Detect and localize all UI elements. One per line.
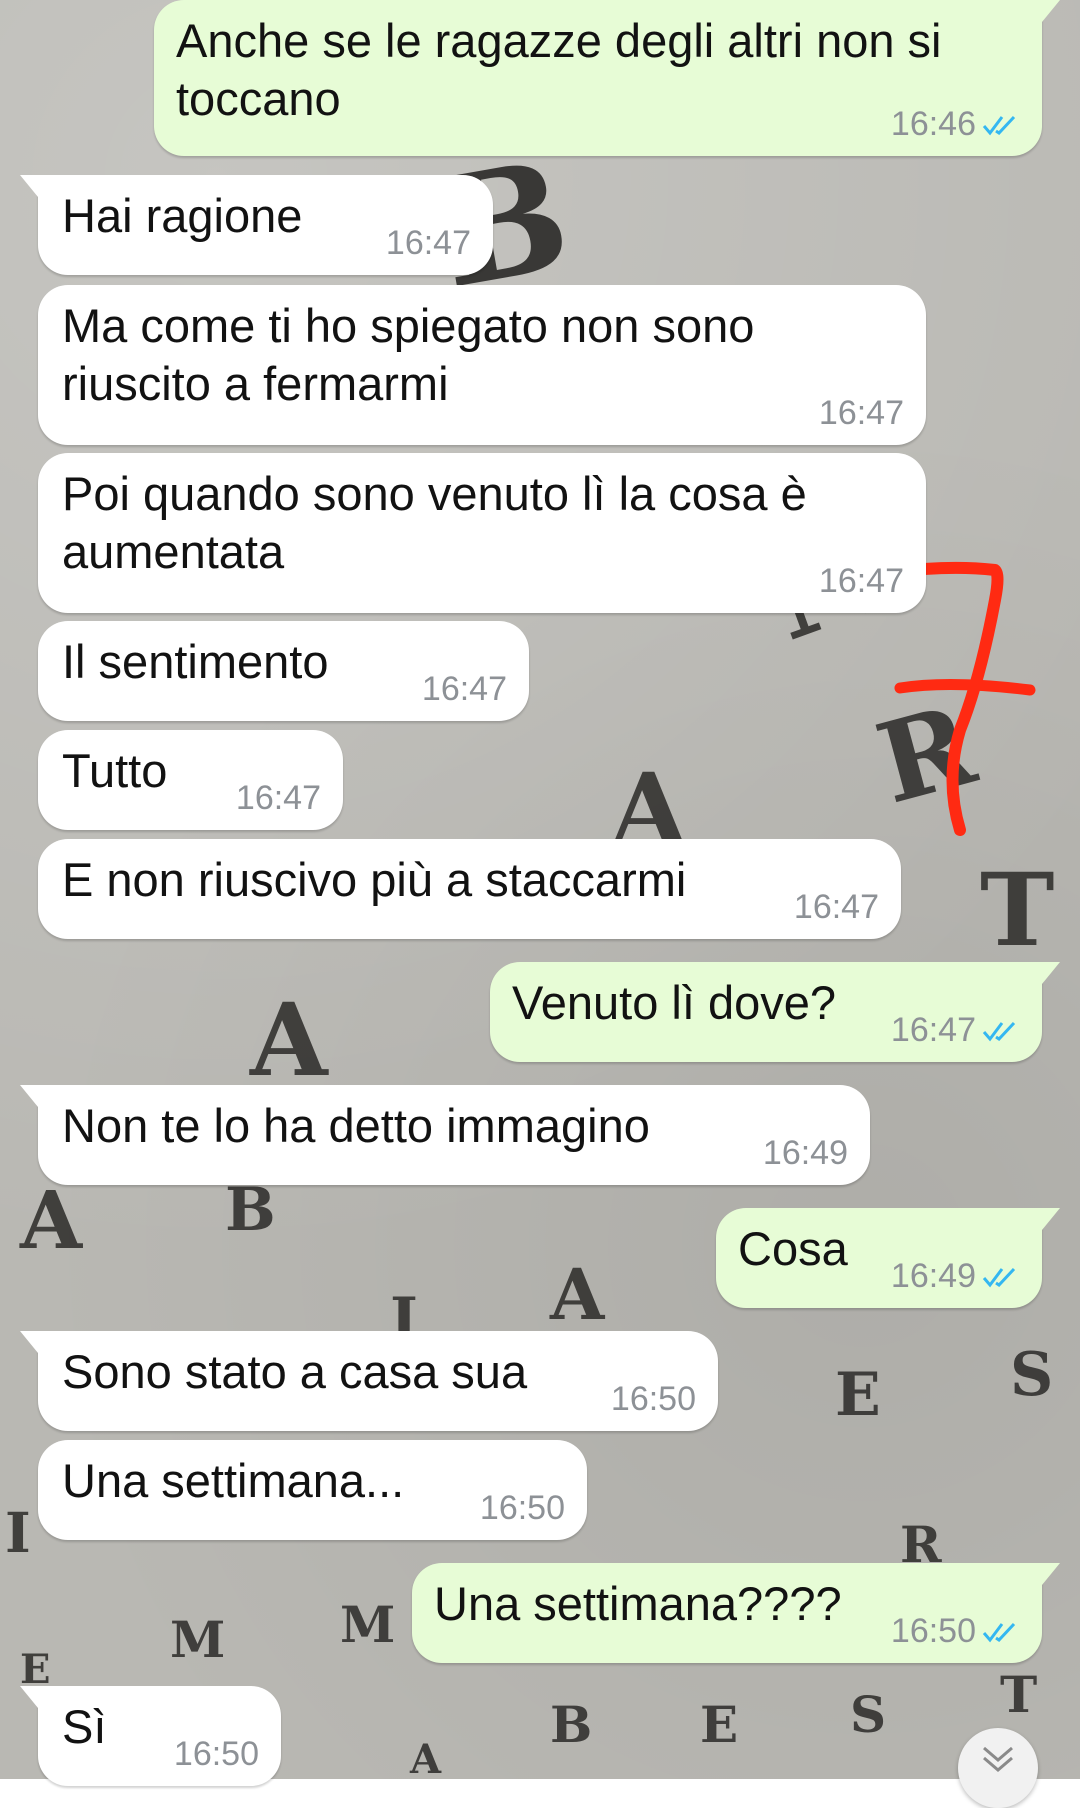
message-text: Cosa xyxy=(738,1222,848,1275)
message-meta: 16:47 xyxy=(422,670,507,709)
message-text: Sì xyxy=(62,1700,107,1753)
wallpaper-letter: T xyxy=(1000,1665,1038,1724)
wallpaper-letter: A xyxy=(410,1736,442,1780)
message-time: 16:46 xyxy=(890,105,976,143)
message-text: Sono stato a casa sua xyxy=(62,1345,528,1398)
wallpaper-letter: S xyxy=(850,1685,887,1744)
message-time: 16:47 xyxy=(818,562,904,600)
message-bubble-incoming[interactable]: Non te lo ha detto immagino 16:49 xyxy=(20,1085,870,1185)
message-time: 16:49 xyxy=(762,1134,848,1172)
message-time: 16:50 xyxy=(173,1735,259,1773)
message-time: 16:47 xyxy=(421,670,507,708)
wallpaper-letter: A xyxy=(250,981,328,1099)
message-text: Tutto xyxy=(62,744,168,797)
message-meta: 16:47 xyxy=(819,394,904,433)
message-bubble-incoming[interactable]: Sì 16:50 xyxy=(20,1686,281,1786)
message-meta: 16:47 xyxy=(236,779,321,818)
double-chevron-down-icon xyxy=(983,1746,1013,1772)
double-check-icon xyxy=(982,1622,1016,1642)
double-check-icon xyxy=(982,1021,1016,1041)
wallpaper-letter: A xyxy=(20,1173,83,1267)
message-meta: 16:47 xyxy=(386,224,471,263)
message-meta: 16:50 xyxy=(891,1612,1020,1651)
message-bubble-outgoing[interactable]: Venuto lì dove? 16:47 xyxy=(490,962,1060,1062)
message-meta: 16:47 xyxy=(794,888,879,927)
message-bubble-incoming[interactable]: Hai ragione 16:47 xyxy=(20,175,493,275)
wallpaper-letter: M xyxy=(170,1610,226,1669)
message-bubble-incoming[interactable]: Una settimana... 16:50 xyxy=(38,1440,587,1540)
message-text: Il sentimento xyxy=(62,635,329,688)
message-bubble-incoming[interactable]: Tutto 16:47 xyxy=(38,730,343,830)
scroll-to-bottom-button[interactable] xyxy=(958,1728,1038,1808)
message-meta: 16:49 xyxy=(763,1134,848,1173)
wallpaper-letter: M xyxy=(340,1595,396,1654)
message-time: 16:47 xyxy=(793,888,879,926)
message-meta: 16:50 xyxy=(611,1380,696,1419)
message-time: 16:47 xyxy=(890,1011,976,1049)
message-text: E non riuscivo più a staccarmi xyxy=(62,853,687,906)
message-text: Venuto lì dove? xyxy=(512,976,837,1029)
message-meta: 16:50 xyxy=(480,1489,565,1528)
message-text: Hai ragione xyxy=(62,189,303,242)
double-check-icon xyxy=(982,115,1016,135)
message-time: 16:47 xyxy=(235,779,321,817)
wallpaper-letter: T xyxy=(980,851,1055,969)
message-bubble-incoming[interactable]: Il sentimento 16:47 xyxy=(38,621,529,721)
wallpaper-letter: S xyxy=(1010,1340,1054,1410)
message-meta: 16:50 xyxy=(174,1735,259,1774)
message-time: 16:50 xyxy=(610,1380,696,1418)
message-bubble-incoming[interactable]: Poi quando sono venuto lì la cosa è aume… xyxy=(38,453,926,613)
message-text: Poi quando sono venuto lì la cosa è aume… xyxy=(62,467,807,578)
message-bubble-incoming[interactable]: Ma come ti ho spiegato non sono riuscito… xyxy=(38,285,926,445)
message-text: Anche se le ragazze degli altri non si t… xyxy=(176,14,942,125)
message-meta: 16:49 xyxy=(891,1257,1020,1296)
message-bubble-outgoing[interactable]: Anche se le ragazze degli altri non si t… xyxy=(154,0,1060,156)
wallpaper-letter: E xyxy=(835,1360,881,1430)
message-text: Ma come ti ho spiegato non sono riuscito… xyxy=(62,299,755,410)
wallpaper-letter: E xyxy=(20,1646,51,1693)
message-text: Una settimana???? xyxy=(434,1577,842,1630)
message-bubble-incoming[interactable]: E non riuscivo più a staccarmi 16:47 xyxy=(38,839,901,939)
wallpaper-letter: I xyxy=(5,1500,31,1565)
double-check-icon xyxy=(982,1267,1016,1287)
wallpaper-letter: B xyxy=(225,1175,276,1245)
message-time: 16:49 xyxy=(890,1257,976,1295)
message-time: 16:47 xyxy=(385,224,471,262)
wallpaper-letter: A xyxy=(550,1253,605,1336)
message-time: 16:50 xyxy=(479,1489,565,1527)
message-time: 16:47 xyxy=(818,394,904,432)
message-bubble-outgoing[interactable]: Una settimana???? 16:50 xyxy=(412,1563,1060,1663)
wallpaper-letter: E xyxy=(700,1695,739,1754)
message-text: Una settimana... xyxy=(62,1454,405,1507)
wallpaper-letter: B xyxy=(550,1695,593,1754)
message-text: Non te lo ha detto immagino xyxy=(62,1099,650,1152)
message-bubble-outgoing[interactable]: Cosa 16:49 xyxy=(716,1208,1060,1308)
message-meta: 16:47 xyxy=(819,562,904,601)
message-time: 16:50 xyxy=(890,1612,976,1650)
message-meta: 16:46 xyxy=(891,105,1020,144)
message-meta: 16:47 xyxy=(891,1011,1020,1050)
message-bubble-incoming[interactable]: Sono stato a casa sua 16:50 xyxy=(20,1331,718,1431)
